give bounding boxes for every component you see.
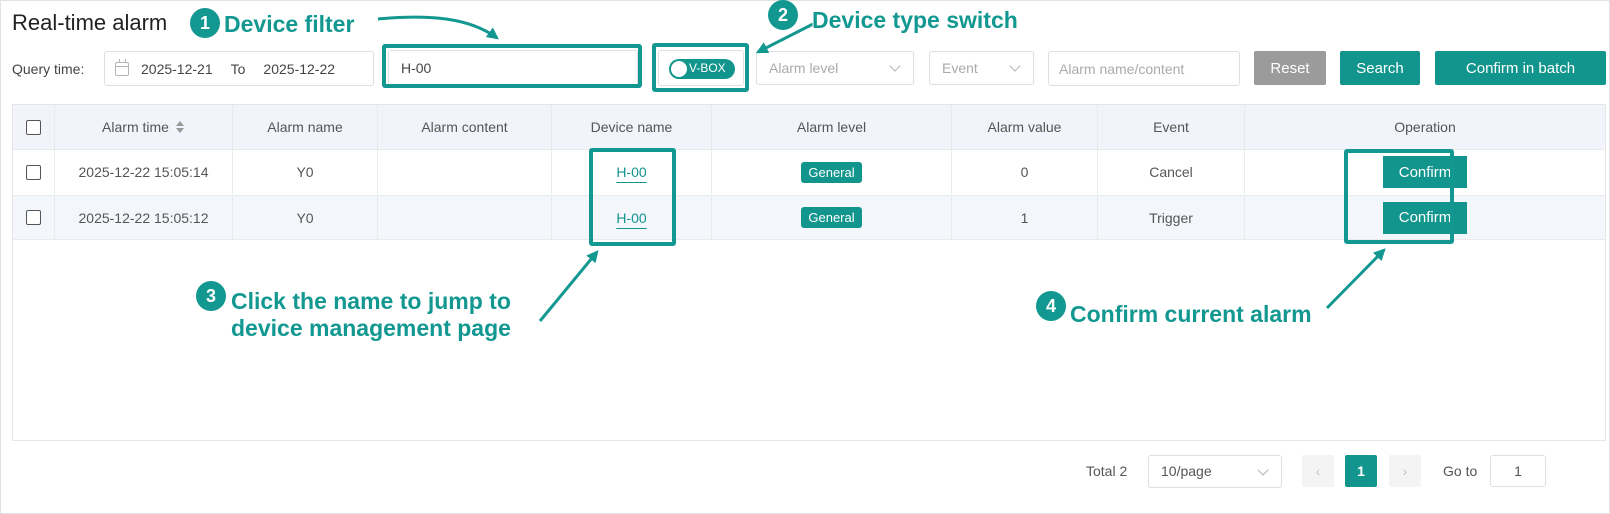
alarm-level-badge: General — [801, 207, 862, 228]
sort-icon[interactable] — [175, 120, 185, 134]
date-end[interactable]: 2025-12-22 — [263, 61, 335, 77]
event-cell: Trigger — [1098, 196, 1245, 239]
calendar-icon — [115, 58, 129, 76]
annotation-device-filter: Device filter — [224, 11, 355, 37]
header-alarm-time[interactable]: Alarm time — [55, 105, 233, 149]
alarm-time-cell: 2025-12-22 15:05:12 — [55, 196, 233, 239]
confirm-button[interactable]: Confirm — [1383, 156, 1467, 188]
header-event: Event — [1098, 105, 1245, 149]
alarm-name-cell: Y0 — [233, 196, 378, 239]
chevron-down-icon — [889, 60, 901, 72]
annotation-jump-line-1: Click the name to jump to — [231, 288, 511, 314]
header-label: Alarm time — [102, 119, 169, 135]
alarm-value-cell: 1 — [952, 196, 1098, 239]
confirm-button[interactable]: Confirm — [1383, 201, 1467, 234]
header-alarm-value: Alarm value — [952, 105, 1098, 149]
row-select-cell — [13, 150, 55, 194]
event-select[interactable]: Event — [929, 51, 1034, 85]
device-name-cell: H-00 — [552, 150, 712, 194]
chevron-down-icon — [1009, 60, 1021, 72]
alarm-level-cell: General — [712, 150, 952, 194]
chevron-down-icon — [1257, 464, 1269, 476]
table-row: 2025-12-22 15:05:12 Y0 H-00 General 1 Tr… — [13, 195, 1605, 240]
alarm-level-placeholder: Alarm level — [769, 60, 839, 76]
header-alarm-level: Alarm level — [712, 105, 952, 149]
annotation-number-1: 1 — [190, 8, 220, 38]
date-range-picker[interactable]: 2025-12-21 To 2025-12-22 — [104, 51, 374, 86]
switch-knob — [671, 61, 687, 77]
row-checkbox[interactable] — [26, 210, 41, 225]
device-type-switch[interactable]: V-BOX — [669, 59, 735, 79]
header-alarm-name: Alarm name — [233, 105, 378, 149]
prev-page-button[interactable]: ‹ — [1302, 455, 1334, 487]
operation-cell: Confirm — [1245, 150, 1605, 194]
query-time-label: Query time: — [12, 61, 85, 77]
device-filter-input[interactable] — [388, 50, 638, 86]
page-size-select[interactable]: 10/page — [1148, 455, 1282, 488]
alarm-level-badge: General — [801, 161, 862, 183]
table-header: Alarm time Alarm name Alarm content Devi… — [13, 105, 1605, 149]
goto-page-input[interactable] — [1490, 455, 1546, 487]
page-title: Real-time alarm — [12, 10, 168, 35]
alarm-level-cell: General — [712, 196, 952, 239]
goto-label: Go to — [1443, 463, 1478, 479]
date-separator: To — [230, 60, 246, 77]
device-name-link[interactable]: H-00 — [616, 164, 646, 180]
reset-button[interactable]: Reset — [1254, 51, 1326, 85]
header-operation: Operation — [1394, 119, 1456, 135]
search-button[interactable]: Search — [1340, 51, 1420, 85]
table-row: 2025-12-22 15:05:14 Y0 H-00 General 0 Ca… — [13, 149, 1605, 194]
device-name-link[interactable]: H-00 — [616, 210, 646, 226]
operation-cell: Confirm — [1245, 196, 1605, 239]
device-name-cell: H-00 — [552, 196, 712, 239]
next-page-button[interactable]: › — [1389, 455, 1421, 487]
pagination-total: Total 2 — [1086, 463, 1128, 479]
annotation-number-4: 4 — [1036, 291, 1066, 321]
event-cell: Cancel — [1098, 150, 1245, 194]
alarm-content-cell — [378, 150, 552, 194]
event-placeholder: Event — [942, 60, 978, 76]
select-all-checkbox[interactable] — [26, 119, 41, 135]
header-select-cell — [13, 105, 55, 149]
annotation-jump-line-2: device management page — [231, 315, 511, 341]
alarm-time-cell: 2025-12-22 15:05:14 — [55, 150, 233, 194]
page-number-button[interactable]: 1 — [1345, 455, 1377, 487]
header-device-name: Device name — [552, 105, 712, 149]
annotation-confirm-alarm: Confirm current alarm — [1070, 301, 1312, 327]
annotation-number-2: 2 — [768, 0, 798, 30]
confirm-batch-button[interactable]: Confirm in batch — [1435, 51, 1606, 85]
date-start[interactable]: 2025-12-21 — [141, 61, 213, 77]
header-alarm-content: Alarm content — [378, 105, 552, 149]
alarm-value-cell: 0 — [952, 150, 1098, 194]
row-select-cell — [13, 196, 55, 239]
row-checkbox[interactable] — [26, 164, 41, 180]
device-type-switch-box: V-BOX — [658, 50, 744, 86]
alarm-name-cell: Y0 — [233, 150, 378, 194]
alarm-table: Alarm time Alarm name Alarm content Devi… — [12, 104, 1606, 441]
annotation-number-3: 3 — [196, 281, 226, 311]
switch-label: V-BOX — [689, 61, 726, 75]
page-size-value: 10/page — [1161, 463, 1212, 479]
alarm-content-cell — [378, 196, 552, 239]
alarm-level-select[interactable]: Alarm level — [756, 51, 914, 85]
annotation-device-type-switch: Device type switch — [812, 7, 1018, 33]
alarm-search-input[interactable] — [1048, 51, 1240, 86]
